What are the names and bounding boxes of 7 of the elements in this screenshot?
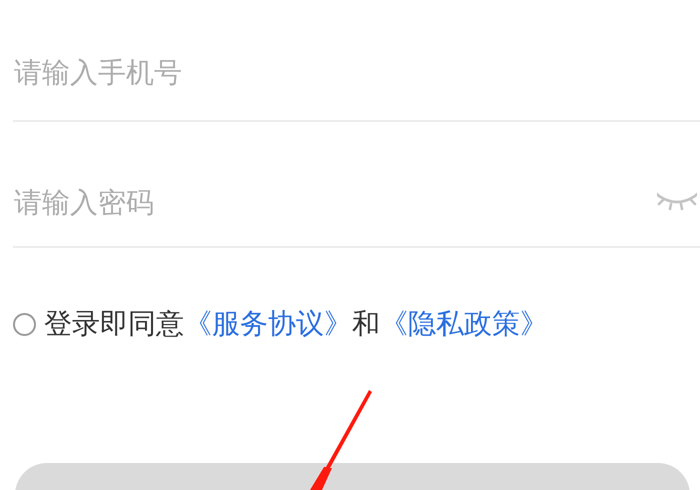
password-field[interactable]: 请输入密码	[13, 186, 657, 218]
agreement-radio[interactable]	[13, 312, 36, 336]
agreement-link[interactable]: 《隐私政策》	[380, 307, 548, 340]
agreement-link[interactable]: 《服务协议》	[184, 307, 352, 340]
phone-field[interactable]: 请输入手机号	[13, 56, 700, 88]
closed-eye-icon[interactable]	[657, 192, 697, 212]
agreement-text: 登录即同意《服务协议》和《隐私政策》	[44, 306, 548, 342]
